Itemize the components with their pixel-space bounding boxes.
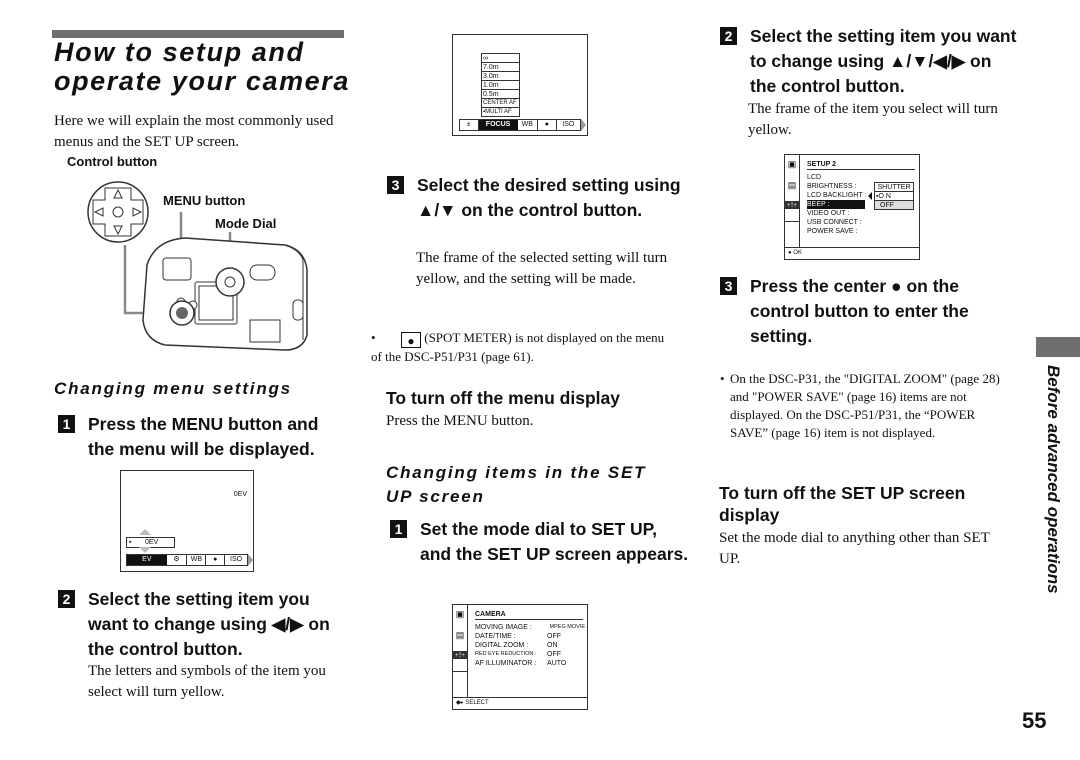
focus-option[interactable]: 7.0m: [481, 63, 520, 72]
control-button-label: Control button: [67, 154, 158, 169]
option-shutter[interactable]: SHUTTER: [874, 182, 914, 192]
right-arrow-icon: [581, 119, 586, 131]
left-arrow-icon: [868, 192, 872, 200]
tab-focus[interactable]: FOCUS: [478, 120, 518, 130]
focus-option-selected[interactable]: ▪MULTI AF: [481, 108, 520, 117]
setup-row[interactable]: USB CONNECT :: [807, 218, 867, 227]
down-arrow-icon: [139, 547, 151, 553]
step-number: 3: [387, 176, 404, 194]
section-heading-setup: Changing items in the SET UP screen: [386, 463, 647, 506]
menu-step-3: 3 Select the desired setting using ▲/▼ o…: [387, 173, 687, 223]
control-arrows-icon: ◆▸: [456, 700, 464, 706]
focus-options-list: ∞ 7.0m 3.0m 1.0m 0.5m CENTER AF ▪MULTI A…: [481, 53, 520, 117]
menu-tab-bar: ± FOCUS WB ● ISO: [459, 119, 581, 131]
settings-tab-icon[interactable]: +!+: [785, 201, 799, 209]
setup-camera-screen: ▣ ▤ +!+ CAMERA MOVING IMAGE : MPEG MOVIE …: [452, 604, 588, 710]
tab-iso[interactable]: ISO: [557, 120, 580, 130]
up-arrow-icon: [139, 529, 151, 535]
focus-option[interactable]: ∞: [481, 53, 520, 63]
tab-wb[interactable]: WB: [187, 555, 207, 565]
intro-text: Here we will explain the most commonly u…: [54, 113, 334, 150]
setup-row[interactable]: MOVING IMAGE : MPEG MOVIE: [475, 623, 585, 632]
step-number: 1: [58, 415, 75, 433]
setup-step-2-description: The frame of the item you select will tu…: [748, 101, 998, 138]
tab-spot-meter[interactable]: ●: [538, 120, 557, 130]
setup-row[interactable]: VIDEO OUT :: [807, 209, 867, 218]
setup-row[interactable]: LCD BRIGHTNESS :: [807, 173, 867, 191]
step-number: 2: [58, 590, 75, 608]
setup-camera-rows: MOVING IMAGE : MPEG MOVIE DATE/TIME : OFF …: [475, 623, 585, 668]
setup-note: • On the DSC-P31, the "DIGITAL ZOOM" (pa…: [720, 371, 1000, 440]
setup-step-3: 3 Press the center ● on the control butt…: [720, 274, 1020, 349]
tab-mode[interactable]: ⚙: [167, 555, 188, 565]
turn-off-menu-heading: To turn off the menu display: [386, 388, 620, 408]
toolbox-tab-icon[interactable]: ▤: [453, 630, 467, 641]
camera-tab-icon[interactable]: ▣: [453, 609, 467, 620]
setup-row[interactable]: DIGITAL ZOOM : ON: [475, 641, 585, 650]
divider: [799, 221, 800, 247]
right-arrow-icon: [248, 554, 253, 566]
page-title: How to setup and operate your camera: [54, 37, 351, 96]
section-tab-marker: [1036, 337, 1080, 357]
settings-tab-icon[interactable]: +!+: [453, 651, 467, 659]
option-off[interactable]: OFF: [874, 201, 914, 210]
tab-wb[interactable]: WB: [518, 120, 539, 130]
setup2-options: SHUTTER ▪O N OFF: [874, 182, 914, 210]
menu-step-2: 2 Select the setting item you want to ch…: [58, 587, 348, 662]
tab-ev[interactable]: EV: [127, 555, 167, 565]
setup-step-2: 2 Select the setting item you want to ch…: [720, 24, 1020, 99]
menu-step-2-description: The letters and symbols of the item you …: [88, 663, 326, 700]
setup-row[interactable]: LCD BACKLIGHT :: [807, 191, 867, 200]
turn-off-menu-text: Press the MENU button.: [386, 413, 534, 429]
tab-ev[interactable]: ±: [460, 120, 479, 130]
divider: [467, 671, 468, 697]
control-pad-icon: [87, 181, 149, 243]
setup-row[interactable]: AF ILLUMINATOR : AUTO: [475, 659, 585, 668]
focus-option[interactable]: 3.0m: [481, 72, 520, 81]
focus-option[interactable]: CENTER AF: [481, 99, 520, 108]
ev-value-indicator: 0EV: [233, 491, 247, 498]
setup2-screen: ▣ ▤ +!+ SETUP 2 LCD BRIGHTNESS : LCD BAC…: [784, 154, 920, 260]
spot-meter-icon: ●: [401, 332, 421, 348]
spot-meter-note: • ● (SPOT METER) is not displayed on the…: [371, 330, 665, 364]
setup-row-selected[interactable]: BEEP :: [807, 200, 865, 209]
menu-tab-bar: EV ⚙ WB ● ISO: [126, 554, 248, 566]
camera-illustration: [87, 181, 308, 351]
toolbox-tab-icon[interactable]: ▤: [785, 180, 799, 191]
tab-spot-meter[interactable]: ●: [206, 555, 226, 565]
camera-body-icon: [142, 237, 308, 351]
section-heading-menu: Changing menu settings: [54, 379, 292, 398]
setup-row[interactable]: DATE/TIME : OFF: [475, 632, 585, 641]
option-on-selected[interactable]: ▪O N: [874, 192, 914, 201]
page-number: 55: [1022, 708, 1047, 733]
ok-hint: ● OK: [788, 250, 802, 256]
step-number: 2: [720, 27, 737, 45]
section-side-label: Before advanced operations: [1044, 365, 1063, 594]
setup-screen-title: SETUP 2: [807, 160, 915, 170]
tab-iso[interactable]: ISO: [225, 555, 247, 565]
camera-tab-icon[interactable]: ▣: [785, 159, 799, 170]
setup-screen-title: CAMERA: [475, 610, 583, 620]
divider: [785, 247, 919, 248]
turn-off-setup-heading: To turn off the SET UP screen display: [719, 483, 966, 525]
setup2-rows: LCD BRIGHTNESS : LCD BACKLIGHT : BEEP : …: [807, 173, 867, 236]
menu-step-1: 1 Press the MENU button and the menu wil…: [58, 412, 348, 462]
focus-option[interactable]: 1.0m: [481, 81, 520, 90]
focus-menu-screen: ∞ 7.0m 3.0m 1.0m 0.5m CENTER AF ▪MULTI A…: [452, 34, 588, 136]
turn-off-setup-text: Set the mode dial to anything other than…: [719, 530, 990, 567]
divider: [453, 697, 587, 698]
step-number: 1: [390, 520, 407, 538]
ev-menu-screen: 0EV ▪ 0EV EV ⚙ WB ● ISO: [120, 470, 254, 572]
setup-side-tabs: ▣ ▤ +!+: [453, 605, 468, 672]
menu-step-3-description: The frame of the selected setting will t…: [416, 250, 668, 287]
setup-side-tabs: ▣ ▤ +!+: [785, 155, 800, 222]
setup-step-1: 1 Set the mode dial to SET UP, and the S…: [390, 517, 690, 567]
setup-row[interactable]: POWER SAVE :: [807, 227, 867, 236]
setup-row[interactable]: RED EYE REDUCTION : OFF: [475, 650, 585, 659]
select-hint: ◆▸ SELECT: [456, 700, 489, 706]
center-button-icon: ●: [788, 250, 792, 256]
focus-option[interactable]: 0.5m: [481, 90, 520, 99]
step-number: 3: [720, 277, 737, 295]
